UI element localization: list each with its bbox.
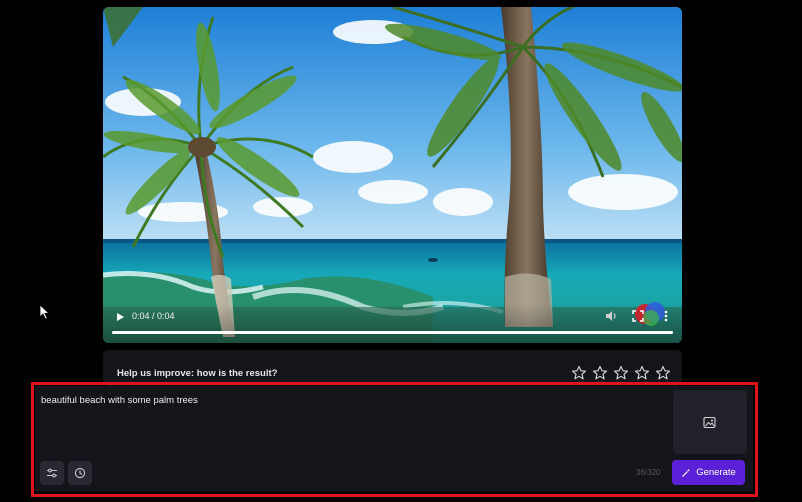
- feedback-bar: Help us improve: how is the result?: [103, 350, 682, 386]
- video-frame-beach-palms: [103, 7, 682, 343]
- star-icon[interactable]: [634, 365, 650, 381]
- sliders-icon: [47, 468, 57, 478]
- history-button[interactable]: [68, 461, 92, 485]
- image-upload-icon: [703, 416, 716, 428]
- settings-button[interactable]: [40, 461, 64, 485]
- clock-icon: [74, 467, 86, 479]
- video-controls: 0:04 / 0:04: [103, 302, 682, 343]
- star-icon[interactable]: [571, 365, 587, 381]
- fullscreen-icon[interactable]: [631, 309, 645, 323]
- feedback-question: Help us improve: how is the result?: [117, 368, 278, 379]
- volume-icon[interactable]: [604, 309, 618, 323]
- more-vertical-icon[interactable]: [662, 308, 670, 324]
- generate-button[interactable]: Generate: [672, 460, 745, 485]
- image-upload-button[interactable]: [673, 390, 747, 454]
- video-time-display: 0:04 / 0:04: [132, 311, 175, 321]
- magic-wand-icon: [682, 468, 691, 477]
- star-rating: [571, 365, 671, 381]
- video-progress-fill: [112, 331, 673, 334]
- star-icon[interactable]: [655, 365, 671, 381]
- star-icon[interactable]: [592, 365, 608, 381]
- generate-label: Generate: [696, 467, 736, 478]
- video-progress-bar[interactable]: [112, 331, 673, 334]
- star-icon[interactable]: [613, 365, 629, 381]
- play-icon[interactable]: [113, 310, 127, 324]
- video-player[interactable]: 0:04 / 0:04: [103, 7, 682, 343]
- mouse-cursor-icon: [39, 304, 51, 320]
- prompt-input[interactable]: [41, 395, 661, 451]
- character-counter: 36/320: [636, 468, 661, 477]
